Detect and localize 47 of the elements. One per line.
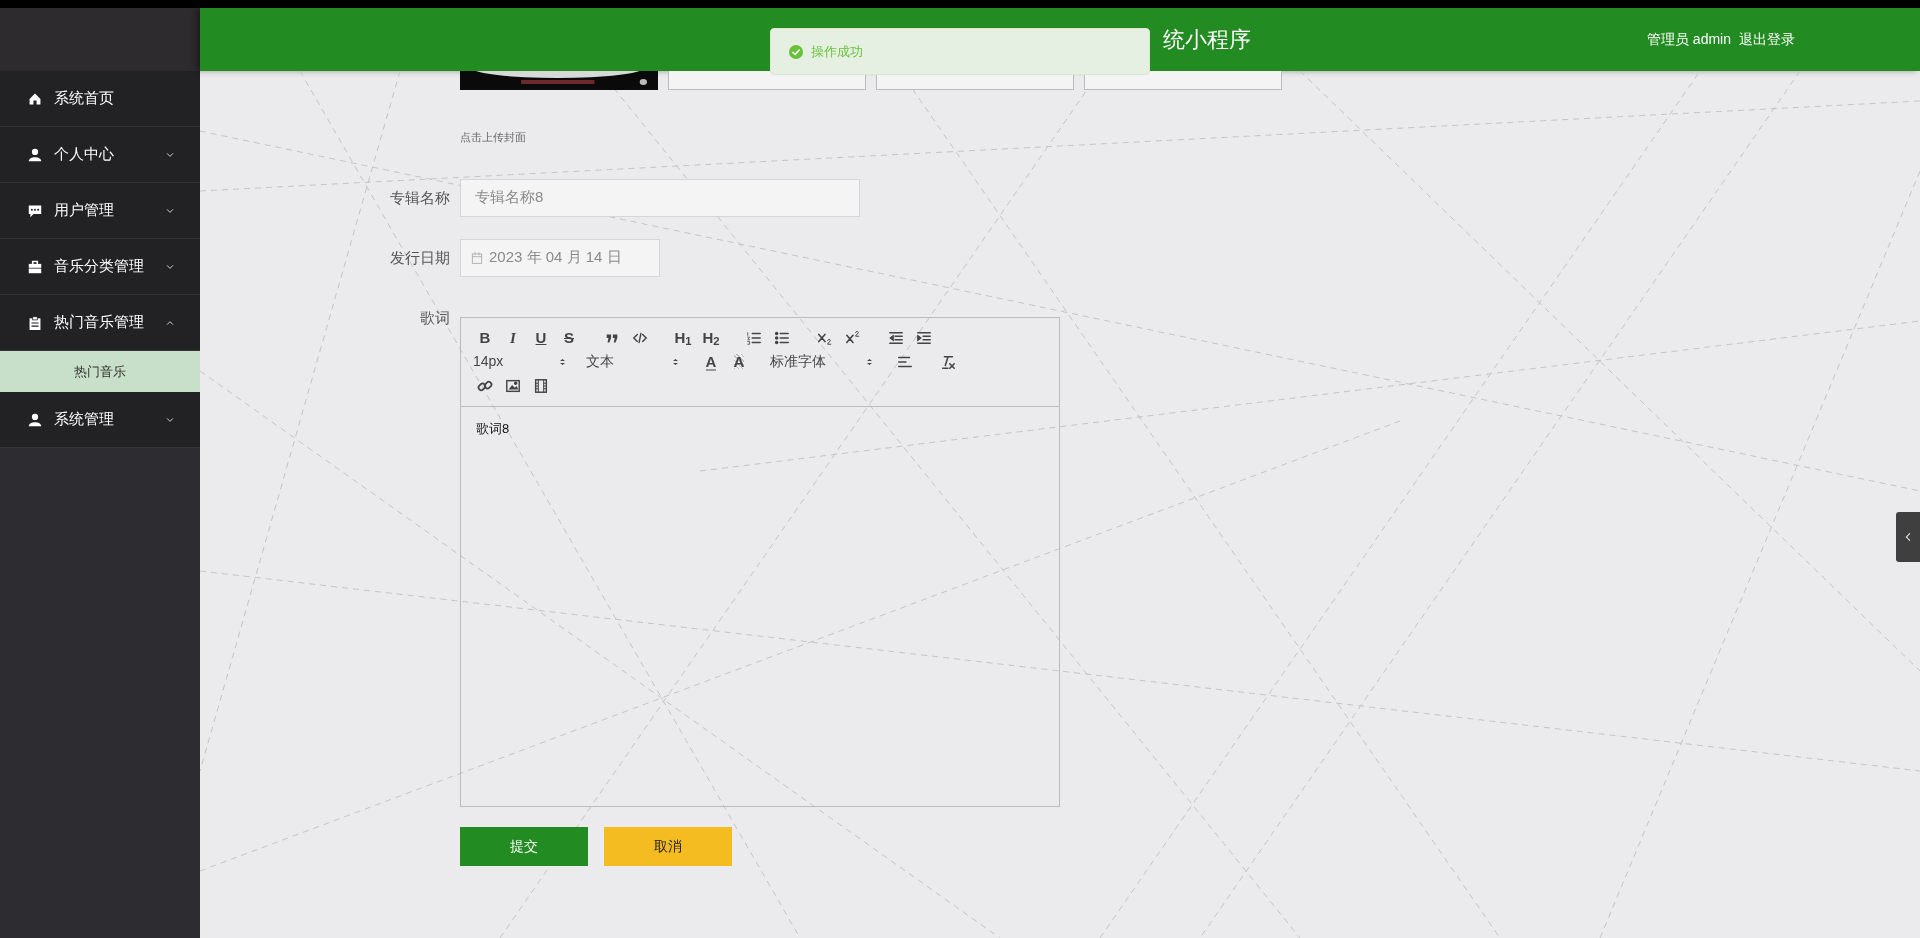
sidebar-item[interactable]: 系统管理: [0, 392, 200, 448]
field-label: 歌词: [419, 307, 451, 328]
user-icon: [28, 412, 42, 427]
field-label: 专辑名称: [389, 187, 451, 208]
sidebar-item[interactable]: 个人中心: [0, 127, 200, 183]
logout-link[interactable]: 退出登录: [1739, 29, 1795, 50]
image-icon: [505, 377, 521, 394]
strikethrough-button[interactable]: S: [555, 325, 583, 350]
superscript-icon: [845, 329, 861, 346]
user-label: 管理员 admin: [1646, 30, 1731, 49]
clear-format-icon: [940, 353, 956, 370]
briefcase-icon: [28, 259, 42, 274]
cancel-button[interactable]: 取消: [604, 826, 732, 866]
check-circle-icon: [789, 44, 803, 59]
sidebar-subitem[interactable]: 热门音乐: [0, 351, 200, 392]
submit-button[interactable]: 提交: [460, 826, 588, 866]
collapse-handle[interactable]: [1896, 512, 1920, 562]
outdent-icon: [888, 329, 904, 346]
field-label: 发行日期: [389, 247, 451, 268]
format-select[interactable]: 标准字体: [768, 349, 876, 374]
format-select[interactable]: 文本: [584, 349, 682, 374]
numbered-list-icon: [746, 329, 762, 346]
underline-button[interactable]: U: [527, 325, 555, 350]
highlight-color-button[interactable]: A: [725, 349, 753, 374]
toast-text: 操作成功: [811, 42, 863, 61]
italic-button[interactable]: I: [499, 325, 527, 350]
heading-button[interactable]: H$_{1}$: [669, 325, 697, 350]
home-icon: [28, 91, 42, 106]
format-select[interactable]: 14px: [471, 349, 569, 374]
sidebar-item[interactable]: 音乐分类管理: [0, 239, 200, 295]
app-title: 统小程序: [1163, 26, 1251, 54]
text-color-button[interactable]: A: [697, 349, 725, 374]
user-icon: [28, 147, 42, 162]
chevron-left-icon: [1903, 532, 1913, 542]
bullet-list-icon: [774, 329, 790, 346]
editor-text: 歌词8: [476, 420, 510, 436]
calendar-icon: [471, 251, 483, 264]
rich-text-editor[interactable]: B I U S H$_{1}$ H$_{2}$ 14px 文本 A A 标准字体 歌词8: [460, 316, 1060, 807]
film-icon: [533, 377, 549, 394]
upload-hint: 点击上传封面: [460, 130, 526, 145]
indent-icon: [916, 329, 932, 346]
chat-icon: [28, 203, 42, 218]
clipboard-icon: [28, 315, 42, 330]
sidebar-item[interactable]: 用户管理: [0, 183, 200, 239]
heading-button[interactable]: H$_{2}$: [697, 325, 725, 350]
bold-button[interactable]: B: [471, 325, 499, 350]
sidebar-item[interactable]: 系统首页: [0, 71, 200, 127]
